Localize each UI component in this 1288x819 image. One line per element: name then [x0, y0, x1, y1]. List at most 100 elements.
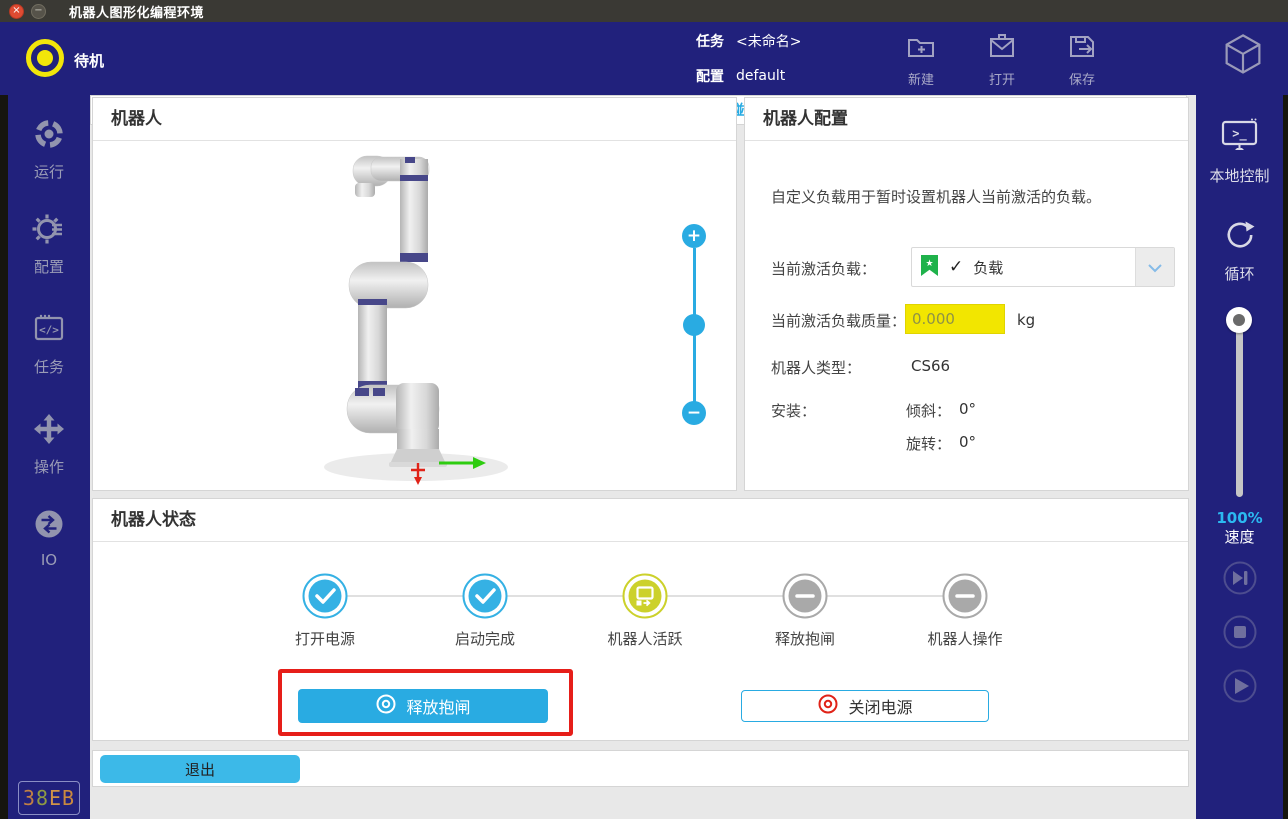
- sidebar-run-label: 运行: [34, 161, 64, 182]
- step-robot-active: 机器人活跃: [585, 573, 705, 649]
- new-task-button[interactable]: 新建: [895, 30, 947, 88]
- sidebar-io-label: IO: [41, 551, 57, 569]
- right-sidebar: >_ 本地控制 循环 100% 速度: [1196, 95, 1283, 819]
- robot-config-panel: 机器人配置 自定义负载用于暂时设置机器人当前激活的负载。 当前激活负载： ★ ✓…: [744, 97, 1189, 491]
- step-done-icon: [462, 573, 508, 619]
- step-release-brake: 释放抱闸: [745, 573, 865, 649]
- left-sidebar: 运行 配置 </> 任务: [8, 95, 90, 819]
- svg-text:★: ★: [925, 259, 933, 269]
- open-file-icon: [986, 30, 1018, 66]
- dropdown-caret[interactable]: [1135, 248, 1174, 286]
- active-payload-label: 当前激活负载：: [771, 258, 876, 279]
- step-robot-operate: 机器人操作: [905, 573, 1025, 649]
- mounting-label: 安装：: [771, 400, 816, 421]
- robot-3d-view[interactable]: [301, 131, 551, 491]
- active-payload-value: 负载: [973, 257, 1003, 278]
- speed-slider-knob-dot: [1233, 314, 1245, 326]
- tilt-label: 倾斜：: [906, 400, 951, 421]
- step-power-on: 打开电源: [265, 573, 385, 649]
- window-minimize-button[interactable]: −: [31, 4, 46, 19]
- payload-mass-input[interactable]: [905, 304, 1005, 334]
- tilt-value: 0°: [959, 400, 976, 418]
- view-zoom-control: + −: [674, 222, 714, 432]
- sidebar-local-control-label: 本地控制: [1209, 165, 1269, 186]
- rotation-label: 旋转：: [906, 433, 951, 454]
- robot-status-text: 待机: [74, 50, 104, 71]
- power-off-button-label: 关闭电源: [848, 694, 912, 718]
- step-robot-active-label: 机器人活跃: [607, 628, 682, 649]
- sidebar-item-operate[interactable]: 操作: [8, 412, 90, 477]
- active-payload-selected: ★ ✓ 负载: [912, 254, 1135, 281]
- task-value: <未命名>: [736, 31, 801, 51]
- sidebar-item-local-control[interactable]: >_ 本地控制: [1196, 117, 1283, 186]
- robot-type-value: CS66: [911, 357, 950, 375]
- app-window: × − 机器人图形化编程环境 待机 任务 <未命名> 配置 default 新建…: [0, 0, 1288, 819]
- gear-icon: [32, 212, 66, 250]
- brand-cube-logo-icon: [1219, 31, 1267, 83]
- config-value: default: [736, 68, 785, 84]
- step-done-icon: [302, 573, 348, 619]
- main-content: 机器人: [90, 95, 1196, 819]
- task-label: 任务: [696, 31, 724, 51]
- exit-row: 退出: [92, 750, 1189, 787]
- open-task-button[interactable]: 打开: [976, 30, 1028, 88]
- run-target-icon: [32, 117, 66, 155]
- robot-panel: 机器人: [92, 97, 737, 491]
- rotation-value: 0°: [959, 433, 976, 451]
- sidebar-loop-label: 循环: [1224, 263, 1254, 284]
- speed-slider-knob[interactable]: [1226, 307, 1252, 333]
- play-button[interactable]: [1196, 669, 1283, 703]
- speed-label: 速度: [1196, 526, 1283, 547]
- window-title: 机器人图形化编程环境: [69, 2, 204, 21]
- sidebar-item-task[interactable]: </> 任务: [8, 312, 90, 377]
- config-label: 配置: [696, 66, 724, 86]
- titlebar: × − 机器人图形化编程环境: [0, 0, 1288, 22]
- sidebar-item-loop[interactable]: 循环: [1196, 217, 1283, 284]
- active-payload-dropdown[interactable]: ★ ✓ 负载: [911, 247, 1175, 287]
- new-button-label: 新建: [908, 69, 934, 88]
- step-power-on-label: 打开电源: [295, 628, 355, 649]
- sidebar-task-label: 任务: [34, 356, 64, 377]
- speed-slider-track[interactable]: [1236, 308, 1243, 497]
- payload-description: 自定义负载用于暂时设置机器人当前激活的负载。: [771, 186, 1101, 207]
- view-zoom-knob[interactable]: [683, 314, 705, 336]
- robot-config-title: 机器人配置: [745, 98, 1188, 141]
- zoom-in-button[interactable]: +: [682, 224, 706, 248]
- robot-standby-status-icon: [23, 36, 67, 84]
- stop-button[interactable]: [1196, 615, 1283, 649]
- step-startup-complete: 启动完成: [425, 573, 545, 649]
- annotation-highlight-box: [278, 669, 573, 736]
- minus-icon: −: [687, 403, 701, 423]
- robot-status-panel: 机器人状态 打开电源 启动完成 机器人活跃 释放抱闸 机器人操作: [92, 498, 1189, 741]
- sidebar-operate-label: 操作: [34, 456, 64, 477]
- power-off-button[interactable]: 关闭电源: [741, 690, 989, 722]
- new-folder-icon: [905, 30, 937, 66]
- code-window-icon: </>: [32, 312, 66, 350]
- move-arrows-icon: [32, 412, 66, 450]
- step-pending-icon: [782, 573, 828, 619]
- step-release-brake-label: 释放抱闸: [775, 628, 835, 649]
- window-close-button[interactable]: ×: [9, 4, 24, 19]
- desktop-edge-left: [0, 95, 8, 819]
- sidebar-config-label: 配置: [34, 256, 64, 277]
- close-icon: ×: [12, 6, 20, 16]
- code-badge: 38EB: [18, 781, 80, 815]
- robot-status-title: 机器人状态: [93, 499, 1188, 542]
- check-icon: ✓: [949, 257, 963, 277]
- sidebar-item-run[interactable]: 运行: [8, 117, 90, 182]
- terminal-icon: >_: [1220, 117, 1260, 159]
- exit-button[interactable]: 退出: [100, 755, 300, 783]
- sidebar-item-config[interactable]: 配置: [8, 212, 90, 277]
- step-forward-button[interactable]: [1196, 561, 1283, 595]
- save-icon: [1066, 30, 1098, 66]
- svg-text:</>: </>: [39, 324, 59, 337]
- sidebar-item-io[interactable]: IO: [8, 507, 90, 569]
- step-pending-icon: [942, 573, 988, 619]
- app-header: 待机 任务 <未命名> 配置 default 新建 打开 保存: [0, 22, 1288, 95]
- zoom-out-button[interactable]: −: [682, 401, 706, 425]
- open-button-label: 打开: [989, 69, 1015, 88]
- step-startup-complete-label: 启动完成: [455, 628, 515, 649]
- bookmark-icon: ★: [920, 254, 939, 281]
- plus-icon: +: [687, 226, 701, 246]
- save-task-button[interactable]: 保存: [1056, 30, 1108, 88]
